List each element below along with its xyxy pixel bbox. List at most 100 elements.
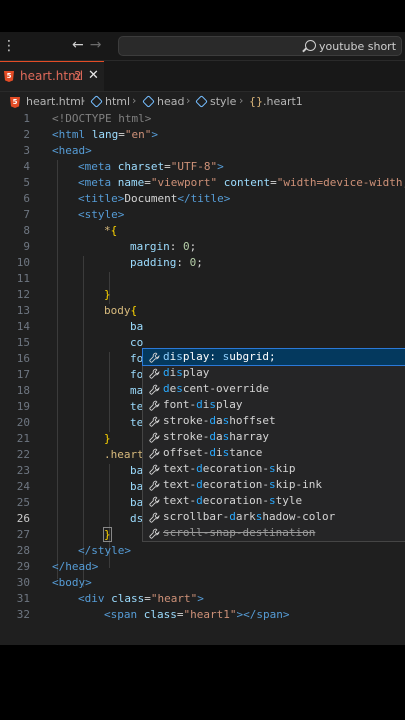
line-number: 28 bbox=[16, 544, 30, 557]
line-number: 21 bbox=[16, 432, 30, 445]
code-line: margin: 0; bbox=[130, 240, 197, 253]
search-icon bbox=[305, 40, 316, 51]
search-text: youtube short bbox=[319, 40, 397, 53]
line-number: 8 bbox=[23, 224, 30, 237]
navigation: ←→ bbox=[72, 37, 107, 53]
line-number: 3 bbox=[23, 144, 30, 157]
line-number: 2 bbox=[23, 128, 30, 141]
suggestion-item[interactable]: scroll-snap-destination bbox=[143, 525, 405, 541]
line-number: 13 bbox=[16, 304, 30, 317]
breadcrumb-selector[interactable]: .heart1 bbox=[263, 95, 303, 108]
code-line: *{ bbox=[104, 224, 118, 237]
code-line: } bbox=[103, 527, 112, 542]
line-number: 20 bbox=[16, 416, 30, 429]
code-line: body{ bbox=[104, 304, 138, 317]
breadcrumb-style[interactable]: style bbox=[210, 95, 236, 108]
code-line: <head> bbox=[52, 144, 92, 157]
suggestion-label: text-decoration-skip-ink bbox=[163, 478, 322, 491]
code-line: } bbox=[104, 432, 111, 445]
selector-icon: {} bbox=[249, 95, 263, 108]
element-icon bbox=[195, 95, 208, 108]
suggestion-item[interactable]: display bbox=[143, 365, 405, 381]
line-number: 14 bbox=[16, 320, 30, 333]
code-line: <title>Document</title> bbox=[78, 192, 231, 205]
line-number: 5 bbox=[23, 176, 30, 189]
line-number: 1 bbox=[23, 112, 30, 125]
menu-icon[interactable]: ⋮ bbox=[2, 38, 16, 54]
command-center-search[interactable]: youtube short bbox=[118, 36, 402, 56]
html5-icon: 5 bbox=[4, 71, 14, 82]
html5-icon: 5 bbox=[10, 97, 20, 108]
element-icon bbox=[90, 95, 103, 108]
indent-guide bbox=[83, 256, 84, 587]
suggestion-label: stroke-dasharray bbox=[163, 430, 269, 443]
suggestion-label: descent-override bbox=[163, 382, 269, 395]
suggestion-item[interactable]: text-decoration-skip-ink bbox=[143, 477, 405, 493]
autocomplete-suggestions: display: subgrid; display descent-override… bbox=[142, 348, 405, 542]
suggestion-item[interactable]: stroke-dasharray bbox=[143, 429, 405, 445]
line-number: 27 bbox=[16, 528, 30, 541]
suggestion-label: stroke-dashoffset bbox=[163, 414, 276, 427]
code-line: <span class="heart1"></span> bbox=[104, 608, 290, 621]
suggestion-item[interactable]: descent-override bbox=[143, 381, 405, 397]
line-number-active: 26 bbox=[16, 512, 30, 525]
line-number: 12 bbox=[16, 288, 30, 301]
line-number: 30 bbox=[16, 576, 30, 589]
code-editor[interactable]: 1 2 3 4 5 6 7 8 9 10 11 12 13 14 15 16 1… bbox=[0, 112, 405, 645]
indent-guide bbox=[109, 352, 110, 432]
code-line: </head> bbox=[52, 560, 99, 573]
suggestion-label: font-display bbox=[163, 398, 243, 411]
code-line: <div class="heart"> bbox=[78, 592, 204, 605]
line-number: 19 bbox=[16, 400, 30, 413]
suggestion-item[interactable]: scrollbar-darkshadow-color bbox=[143, 509, 405, 525]
suggestion-label: display: subgrid; bbox=[163, 350, 276, 363]
line-number: 7 bbox=[23, 208, 30, 221]
indent-guide bbox=[57, 160, 58, 579]
title-bar: ⋮ ←→ youtube short bbox=[0, 32, 405, 61]
code-line: padding: 0; bbox=[130, 256, 203, 269]
line-number: 18 bbox=[16, 384, 30, 397]
line-number: 6 bbox=[23, 192, 30, 205]
forward-arrow-icon[interactable]: → bbox=[90, 37, 108, 53]
line-number: 23 bbox=[16, 464, 30, 477]
line-number: 11 bbox=[16, 272, 30, 285]
back-arrow-icon[interactable]: ← bbox=[72, 37, 90, 53]
chevron-right-icon: › bbox=[132, 94, 137, 107]
suggestion-item[interactable]: text-decoration-skip bbox=[143, 461, 405, 477]
chevron-right-icon: › bbox=[81, 94, 86, 107]
code-line: <meta charset="UTF-8"> bbox=[78, 160, 224, 173]
suggestion-label: offset-distance bbox=[163, 446, 263, 459]
line-number: 31 bbox=[16, 592, 30, 605]
suggestion-label: text-decoration-style bbox=[163, 494, 303, 507]
line-number: 4 bbox=[23, 160, 30, 173]
suggestion-item[interactable]: font-display bbox=[143, 397, 405, 413]
vscode-window: ⋮ ←→ youtube short 5 heart.html 2 ✕ 5 he… bbox=[0, 32, 405, 645]
suggestion-label: scrollbar-darkshadow-color bbox=[163, 510, 336, 523]
code-line: <meta name="viewport" content="width=dev… bbox=[78, 176, 405, 189]
breadcrumb-head[interactable]: head bbox=[157, 95, 184, 108]
tab-heart-html[interactable]: 5 heart.html 2 ✕ bbox=[0, 61, 104, 91]
breadcrumb-html[interactable]: html bbox=[105, 95, 130, 108]
code-line: <style> bbox=[78, 208, 125, 221]
chevron-right-icon: › bbox=[186, 94, 191, 107]
code-line: <body> bbox=[52, 576, 92, 589]
element-icon bbox=[142, 95, 155, 108]
close-icon[interactable]: ✕ bbox=[88, 68, 99, 83]
problem-count-badge: 2 bbox=[74, 69, 82, 83]
breadcrumb-file[interactable]: heart.html bbox=[26, 95, 84, 108]
suggestion-item[interactable]: stroke-dashoffset bbox=[143, 413, 405, 429]
line-number: 25 bbox=[16, 496, 30, 509]
suggestion-item[interactable]: offset-distance bbox=[143, 445, 405, 461]
suggestion-item-selected[interactable]: display: subgrid; bbox=[142, 348, 405, 366]
line-number: 24 bbox=[16, 480, 30, 493]
line-number: 16 bbox=[16, 352, 30, 365]
suggestion-label: display bbox=[163, 366, 210, 379]
line-number: 10 bbox=[16, 256, 30, 269]
suggestion-label: scroll-snap-destination bbox=[163, 526, 316, 539]
suggestion-label: text-decoration-skip bbox=[163, 462, 296, 475]
suggestion-item[interactable]: text-decoration-style bbox=[143, 493, 405, 509]
breadcrumb: 5 heart.html › html › head › style › {} … bbox=[0, 92, 405, 112]
line-number: 29 bbox=[16, 560, 30, 573]
line-number: 17 bbox=[16, 368, 30, 381]
line-number: 32 bbox=[16, 608, 30, 621]
